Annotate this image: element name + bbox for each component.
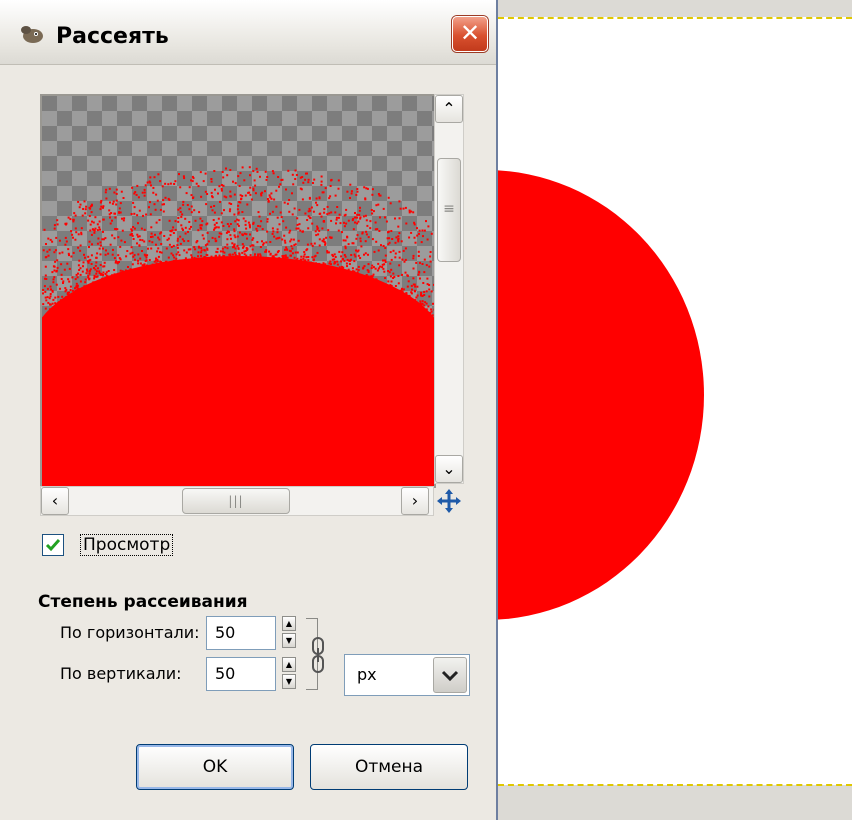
- horizontal-label: По горизонтали:: [60, 623, 200, 642]
- chevron-down-icon: ⌄: [442, 459, 456, 478]
- vertical-scroll-thumb[interactable]: ≡: [437, 158, 461, 262]
- preview-checkbox-label[interactable]: Просмотр: [80, 534, 174, 556]
- chevron-up-icon: ⌃: [442, 99, 456, 118]
- title-bar[interactable]: Рассеять ✕: [0, 0, 496, 65]
- chevron-down-icon: [441, 670, 459, 682]
- vertical-input[interactable]: 50: [206, 657, 276, 691]
- spin-down-icon[interactable]: ▼: [282, 633, 296, 648]
- preview-image: [42, 166, 434, 486]
- preview-checkbox[interactable]: [42, 534, 64, 556]
- gimp-icon: [21, 26, 43, 43]
- scroll-left-button[interactable]: ‹: [41, 487, 69, 515]
- ok-button[interactable]: OK: [136, 744, 294, 790]
- selection-border-bottom: [498, 784, 852, 786]
- cancel-button[interactable]: Отмена: [310, 744, 468, 790]
- spread-amount-heading: Степень рассеивания: [38, 592, 248, 612]
- spread-dialog: Рассеять ✕ ⌃ ≡ ⌄ ‹ ||| › Просмотр Степен…: [0, 0, 498, 820]
- chevron-right-icon: ›: [411, 491, 419, 510]
- scroll-up-button[interactable]: ⌃: [435, 95, 463, 123]
- horizontal-scroll-thumb[interactable]: |||: [182, 488, 290, 514]
- close-button[interactable]: ✕: [452, 16, 488, 52]
- preview-red-fill: [42, 256, 434, 486]
- vertical-label: По вертикали:: [60, 664, 182, 683]
- spin-up-icon[interactable]: ▲: [282, 657, 296, 672]
- scroll-right-button[interactable]: ›: [401, 487, 429, 515]
- close-icon: ✕: [459, 19, 481, 47]
- ok-button-label: OK: [202, 757, 228, 777]
- horizontal-spinner[interactable]: ▲ ▼: [282, 616, 298, 650]
- dialog-title: Рассеять: [56, 24, 169, 49]
- selection-border-top: [498, 17, 852, 19]
- checkmark-icon: [45, 539, 61, 552]
- chevron-left-icon: ‹: [51, 491, 59, 510]
- unit-value: px: [357, 665, 377, 684]
- vertical-scrollbar[interactable]: [434, 94, 464, 484]
- horizontal-input[interactable]: 50: [206, 616, 276, 650]
- cancel-button-label: Отмена: [354, 757, 424, 777]
- preview-area[interactable]: [40, 94, 436, 488]
- vertical-spinner[interactable]: ▲ ▼: [282, 657, 298, 691]
- spin-up-icon[interactable]: ▲: [282, 616, 296, 631]
- chain-link-icon[interactable]: [310, 636, 326, 674]
- navigate-icon[interactable]: [436, 488, 462, 514]
- spin-down-icon[interactable]: ▼: [282, 674, 296, 689]
- dropdown-button[interactable]: [433, 657, 467, 693]
- unit-select[interactable]: px: [344, 654, 470, 696]
- scroll-down-button[interactable]: ⌄: [435, 455, 463, 483]
